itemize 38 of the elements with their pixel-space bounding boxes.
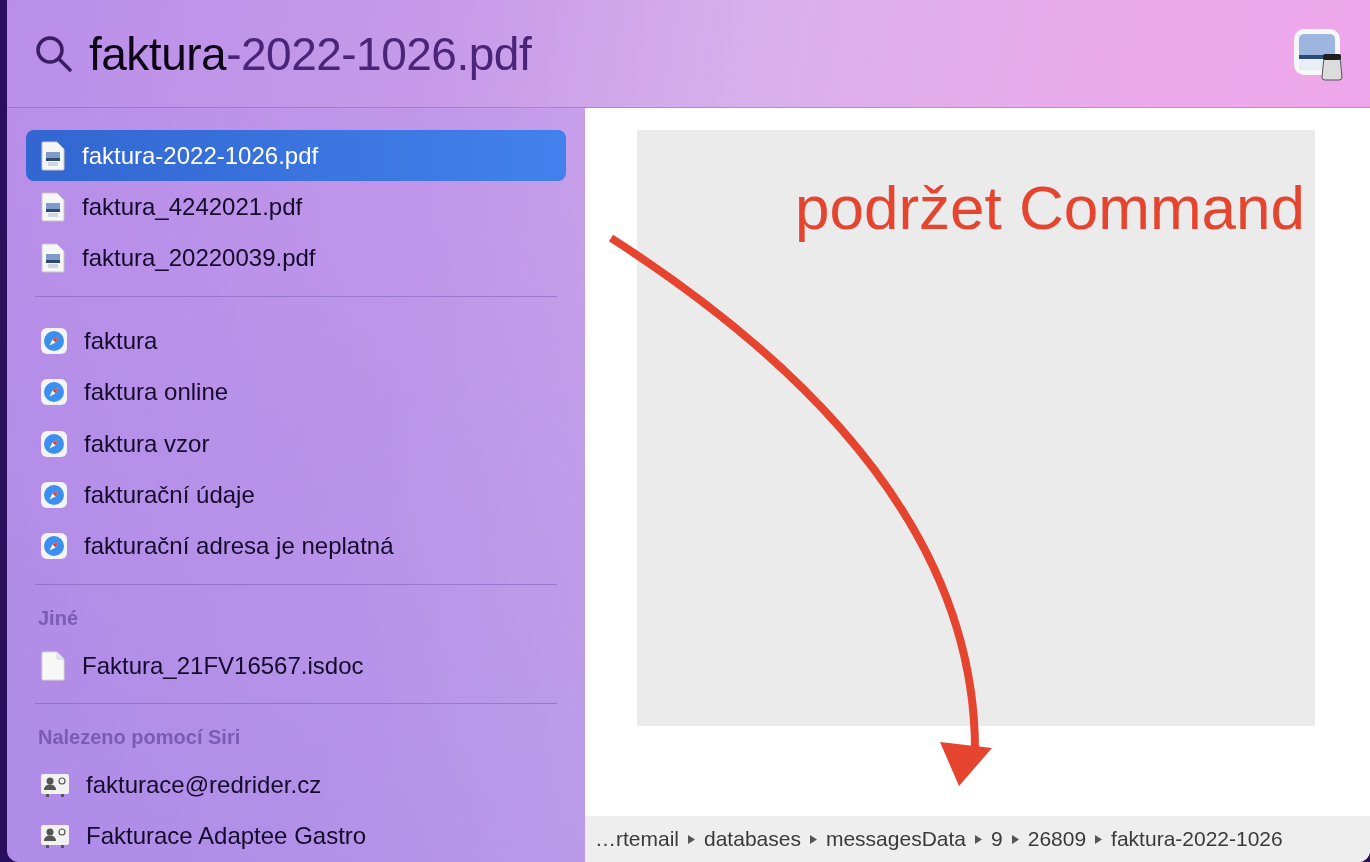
separator-triangle-icon bbox=[688, 834, 695, 844]
result-item[interactable]: fakturační adresa je neplatná bbox=[26, 520, 566, 572]
result-item[interactable]: faktura bbox=[26, 315, 566, 367]
compass-icon bbox=[40, 429, 68, 458]
path-segment[interactable]: databases bbox=[704, 827, 801, 851]
result-item[interactable]: fakturační údaje bbox=[26, 469, 566, 521]
preview-app-icon[interactable] bbox=[1292, 26, 1346, 81]
path-segment[interactable]: messagesData bbox=[825, 827, 966, 851]
pdf-file-icon bbox=[40, 140, 66, 171]
contact-card-icon bbox=[40, 823, 70, 850]
contact-card-icon bbox=[40, 771, 70, 798]
compass-icon bbox=[40, 480, 68, 509]
separator-triangle-icon bbox=[1011, 834, 1019, 844]
path-segment[interactable]: faktura-2022-1026 bbox=[1111, 827, 1283, 851]
separator-triangle-icon bbox=[809, 834, 817, 844]
section-header: Nalezeno pomocí Siri bbox=[37, 725, 242, 751]
result-item[interactable]: fakturace@redrider.cz bbox=[26, 759, 566, 811]
document-icon bbox=[40, 650, 66, 681]
search-field[interactable]: faktura-2022-1026.pdf bbox=[89, 26, 1278, 81]
result-item[interactable]: faktura online bbox=[26, 366, 566, 418]
result-item[interactable]: Fakturace Adaptee Gastro bbox=[26, 810, 566, 862]
result-item[interactable]: faktura_4242021.pdf bbox=[26, 181, 566, 233]
compass-icon bbox=[40, 378, 68, 407]
result-item[interactable]: faktura-2022-1026.pdf bbox=[26, 130, 566, 182]
compass-icon bbox=[40, 326, 68, 355]
result-item[interactable]: faktura_20220039.pdf bbox=[26, 232, 566, 285]
path-segment[interactable]: 9 bbox=[991, 827, 1003, 851]
result-item[interactable]: Faktura_21FV16567.isdoc bbox=[26, 639, 566, 692]
path-segment[interactable]: 26809 bbox=[1027, 827, 1087, 851]
result-item[interactable]: faktura vzor bbox=[26, 417, 566, 470]
annotation-text: podržet Command bbox=[794, 172, 1305, 243]
separator-triangle-icon bbox=[1095, 834, 1103, 844]
section-header: Jiné bbox=[37, 605, 80, 631]
path-segment[interactable]: …rtemail bbox=[595, 827, 679, 851]
pdf-file-icon bbox=[40, 243, 66, 274]
pdf-file-icon bbox=[40, 192, 66, 223]
separator-triangle-icon bbox=[975, 834, 982, 844]
compass-icon bbox=[40, 532, 68, 561]
